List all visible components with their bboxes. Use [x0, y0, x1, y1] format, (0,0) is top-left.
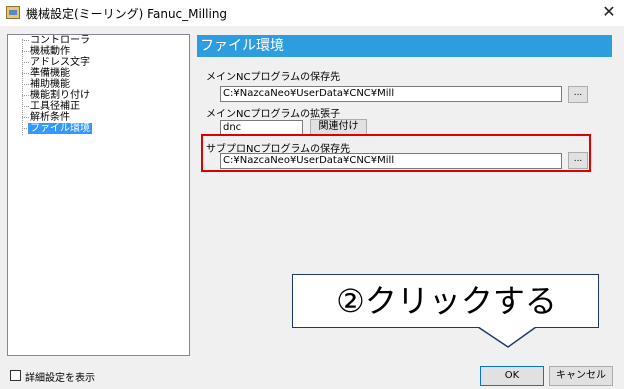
- ok-button[interactable]: OK: [480, 366, 544, 386]
- window-title: 機械設定(ミーリング) Fanuc_Milling: [26, 7, 228, 21]
- tree-connector-line: [22, 73, 29, 74]
- show-details-checkbox[interactable]: [10, 370, 21, 381]
- associate-button[interactable]: 関連付け: [310, 119, 367, 135]
- main-program-dir-label: メインNCプログラムの保存先: [206, 72, 341, 83]
- tree-connector-line: [22, 95, 29, 96]
- main-ext-input[interactable]: dnc: [220, 120, 303, 135]
- tree-item-aux-functions[interactable]: 補助機能: [30, 79, 70, 90]
- tree-item-controller[interactable]: コントローラ: [30, 35, 90, 46]
- tree-item-analysis-conditions[interactable]: 解析条件: [30, 112, 70, 123]
- tree-item-prep-functions[interactable]: 準備機能: [30, 68, 70, 79]
- highlight-box: [201, 134, 591, 172]
- dialog-body: コントローラ 機械動作 アドレス文字 準備機能 補助機能 機能割り付け 工具径補…: [0, 26, 624, 389]
- settings-tree[interactable]: コントローラ 機械動作 アドレス文字 準備機能 補助機能 機能割り付け 工具径補…: [7, 34, 190, 356]
- panel-header: ファイル環境: [197, 35, 612, 57]
- callout-pointer: [478, 327, 537, 348]
- show-details-label: 詳細設定を表示: [25, 373, 95, 384]
- close-button[interactable]: ✕: [598, 2, 620, 22]
- app-window-icon: [6, 6, 20, 19]
- tree-connector-line: [22, 39, 23, 135]
- main-program-dir-browse-button[interactable]: ...: [568, 86, 588, 103]
- tree-connector-line: [22, 62, 29, 63]
- tree-connector-line: [22, 84, 29, 85]
- callout-text: ②クリックする: [336, 282, 557, 320]
- tree-connector-line: [22, 51, 29, 52]
- main-ext-label: メインNCプログラムの拡張子: [206, 109, 341, 120]
- tree-connector-line: [22, 106, 29, 107]
- tree-item-file-environment[interactable]: ファイル環境: [28, 123, 92, 134]
- tree-connector-line: [22, 117, 29, 118]
- main-program-dir-input[interactable]: C:¥NazcaNeo¥UserData¥CNC¥Mill: [220, 86, 562, 102]
- tree-item-function-assign[interactable]: 機能割り付け: [30, 90, 90, 101]
- cancel-button[interactable]: キャンセル: [549, 366, 613, 386]
- tree-item-tool-radius-comp[interactable]: 工具径補正: [30, 101, 80, 112]
- title-bar: 機械設定(ミーリング) Fanuc_Milling ✕: [0, 0, 624, 26]
- instruction-callout: ②クリックする: [292, 274, 599, 328]
- tree-item-address-chars[interactable]: アドレス文字: [30, 57, 90, 68]
- tree-connector-line: [22, 40, 29, 41]
- tree-item-machine-motion[interactable]: 機械動作: [30, 46, 70, 57]
